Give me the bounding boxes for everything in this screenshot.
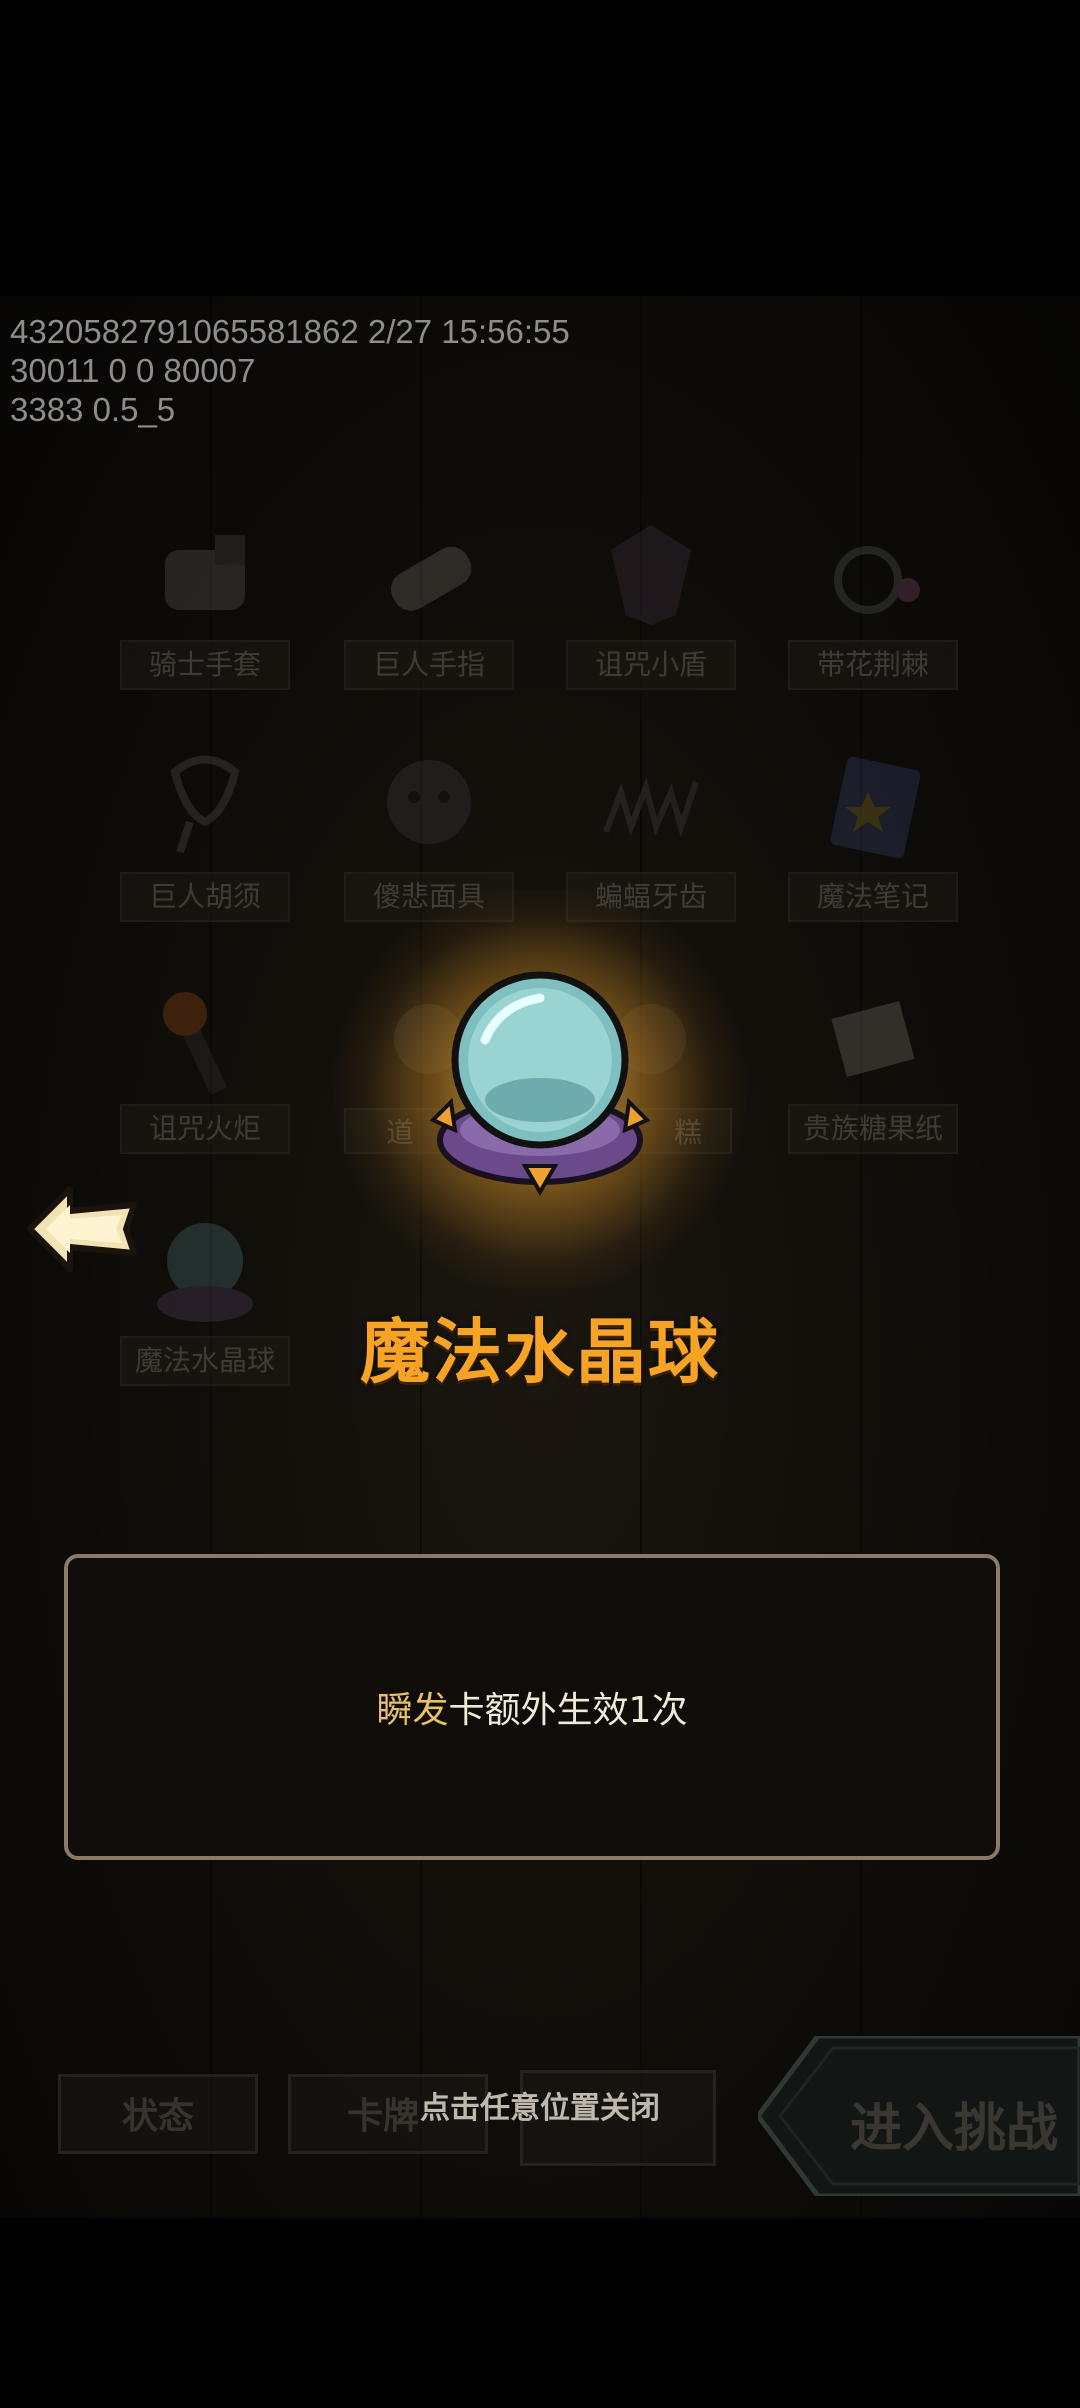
description-text: 瞬发 卡额外生效1次: [68, 1558, 996, 1856]
item-title: 魔法水晶球: [360, 1311, 720, 1393]
back-arrow-icon[interactable]: [26, 1185, 138, 1273]
crystal-ball-icon: [429, 971, 651, 1197]
description-keyword: 瞬发: [376, 1690, 449, 1731]
description-body: 卡额外生效1次: [448, 1690, 688, 1731]
description-box: 瞬发 卡额外生效1次: [64, 1554, 1000, 1860]
close-hint: 点击任意位置关闭: [420, 2091, 660, 2126]
